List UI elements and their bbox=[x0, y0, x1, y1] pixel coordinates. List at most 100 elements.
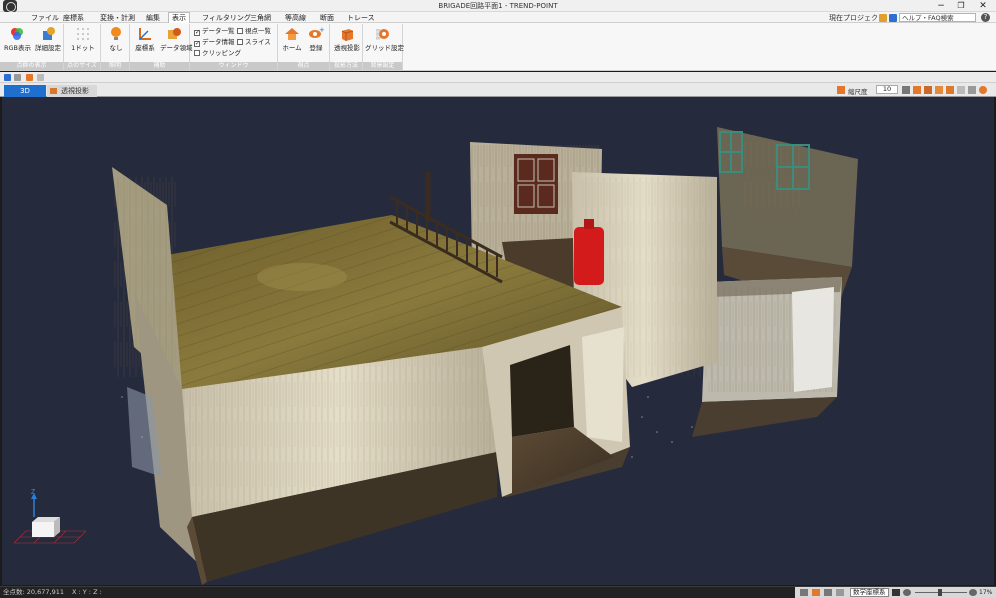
view-iso-icon[interactable] bbox=[957, 86, 965, 94]
view-front-icon[interactable] bbox=[913, 86, 921, 94]
ribbon-group-display: RGB表示 詳細設定 点群の表示 bbox=[0, 24, 64, 70]
menu-tab-tin[interactable]: 三角網 bbox=[247, 13, 274, 23]
menu-tab-transform[interactable]: 変換・計測 bbox=[97, 13, 138, 23]
help-icon[interactable]: ? bbox=[981, 13, 990, 22]
menu-tab-file[interactable]: ファイル bbox=[28, 13, 62, 23]
group-label-background: 背景設定 bbox=[363, 62, 402, 70]
view-grid-icon[interactable] bbox=[968, 86, 976, 94]
grid-settings-button[interactable]: グリッド設定 bbox=[365, 26, 404, 56]
ribbon-group-projection: 透視投影 投影方法 bbox=[330, 24, 363, 70]
home-icon bbox=[284, 26, 300, 42]
help-search-input[interactable]: ヘルプ・FAQ検索 bbox=[899, 13, 976, 22]
zoom-out-icon[interactable] bbox=[903, 589, 911, 596]
zoom-in-icon[interactable] bbox=[969, 589, 977, 596]
status-bar: 全点数: 20,677,911 X : Y : Z : 数学座標系 17% bbox=[0, 586, 996, 598]
lighting-none-button[interactable]: なし bbox=[105, 26, 127, 56]
one-dot-button[interactable]: 1ドット bbox=[68, 26, 98, 56]
document-tab-row: 3D 透視投影 縮尺度 10 bbox=[0, 83, 996, 97]
fire-extinguisher bbox=[574, 227, 604, 285]
checkbox-data-list[interactable]: ✓ データ一覧 bbox=[194, 27, 235, 36]
coordinate-mode-select[interactable]: 数学座標系 bbox=[850, 588, 889, 597]
ribbon: RGB表示 詳細設定 点群の表示 1ドット 点のサイズ なし 照明 座標系 デー… bbox=[0, 23, 996, 71]
title-bar: BRIGADE回路平面1 - TREND-POINT − ❐ ✕ bbox=[0, 0, 996, 12]
register-view-button[interactable]: + 登録 bbox=[304, 26, 328, 56]
tab-perspective[interactable]: 透視投影 bbox=[47, 85, 97, 97]
menu-tab-view[interactable]: 表示 bbox=[168, 12, 190, 23]
snap-icon[interactable] bbox=[800, 589, 808, 596]
point-count: 全点数: 20,677,911 bbox=[3, 588, 64, 596]
point-cloud-render: Z bbox=[13, 127, 858, 585]
ribbon-group-viewpoint: ホーム + 登録 視点 bbox=[278, 24, 330, 70]
view-back-icon[interactable] bbox=[946, 86, 954, 94]
coordinate-system-button[interactable]: 座標系 bbox=[132, 26, 158, 56]
checkbox-clipping[interactable]: クリッピング bbox=[194, 49, 241, 58]
tab-3d[interactable]: 3D bbox=[4, 85, 46, 97]
window-title: BRIGADE回路平面1 - TREND-POINT bbox=[438, 2, 558, 10]
menu-tab-trace[interactable]: トレース bbox=[344, 13, 378, 23]
perspective-button[interactable]: 透視投影 bbox=[332, 26, 362, 56]
scale-input[interactable]: 10 bbox=[876, 85, 898, 94]
zoom-percent: 17% bbox=[979, 589, 993, 596]
settings-icon bbox=[40, 26, 56, 42]
menu-tab-contour[interactable]: 等高線 bbox=[282, 13, 309, 23]
ribbon-group-aux: 座標系 データ領域 補助 bbox=[130, 24, 193, 70]
scale-label: 縮尺度 bbox=[848, 88, 868, 96]
front-wall bbox=[182, 347, 497, 585]
measure-icon[interactable] bbox=[812, 589, 820, 596]
menu-bar: ファイル 座標系 変換・計測 編集 表示 フィルタリング 三角網 等高線 断面 … bbox=[0, 12, 996, 23]
project-label: 現在プロジェクト bbox=[829, 14, 885, 22]
checkbox-viewpoint-list[interactable]: 視点一覧 bbox=[237, 27, 271, 36]
group-label-viewpoint: 視点 bbox=[278, 62, 329, 70]
menu-tab-coord[interactable]: 座標系 bbox=[60, 13, 87, 23]
3d-viewport[interactable]: Z bbox=[2, 97, 994, 585]
axis-icon bbox=[137, 26, 153, 42]
eye-icon: + bbox=[308, 26, 325, 42]
home-view-icon[interactable] bbox=[902, 86, 910, 94]
dropdown-icon[interactable] bbox=[37, 74, 44, 81]
home-button[interactable]: ホーム bbox=[280, 26, 304, 56]
quick-access-toolbar bbox=[0, 72, 996, 83]
view-side-icon[interactable] bbox=[924, 86, 932, 94]
group-label-display: 点群の表示 bbox=[0, 62, 63, 70]
view-settings-icon[interactable] bbox=[979, 86, 987, 94]
minimize-button[interactable]: − bbox=[930, 0, 952, 12]
checkbox-data-info[interactable]: ✓ データ情報 bbox=[194, 38, 235, 47]
menu-tab-section[interactable]: 断面 bbox=[317, 13, 337, 23]
display-icon[interactable] bbox=[892, 589, 900, 596]
group-label-projection: 投影方法 bbox=[330, 62, 362, 70]
close-button[interactable]: ✕ bbox=[972, 0, 994, 12]
lock-icon[interactable] bbox=[836, 589, 844, 596]
group-label-lighting: 照明 bbox=[101, 62, 129, 70]
ribbon-group-background: グリッド設定 背景設定 bbox=[363, 24, 404, 70]
view-top-icon[interactable] bbox=[935, 86, 943, 94]
axis-z-label: Z bbox=[31, 489, 36, 496]
status-controls: 数学座標系 17% bbox=[795, 587, 996, 598]
notice-icon[interactable] bbox=[879, 14, 887, 22]
checkbox-slice[interactable]: スライス bbox=[237, 38, 271, 47]
ribbon-group-lighting: なし 照明 bbox=[101, 24, 130, 70]
user-icon[interactable] bbox=[889, 14, 897, 22]
open-icon[interactable] bbox=[4, 74, 11, 81]
data-region-button[interactable]: データ領域 bbox=[160, 26, 193, 56]
menu-tab-filtering[interactable]: フィルタリング bbox=[199, 13, 254, 23]
region-icon bbox=[166, 26, 182, 42]
cursor-coordinates: X : Y : Z : bbox=[72, 588, 102, 596]
axis-gizmo: Z bbox=[13, 489, 87, 544]
zoom-slider-thumb[interactable] bbox=[938, 589, 942, 596]
view-icon[interactable] bbox=[837, 86, 845, 94]
detail-settings-button[interactable]: 詳細設定 bbox=[34, 26, 62, 56]
menu-tab-edit[interactable]: 編集 bbox=[143, 13, 163, 23]
layer-icon[interactable] bbox=[824, 589, 832, 596]
restore-button[interactable]: ❐ bbox=[950, 0, 972, 12]
grid-gear-icon bbox=[375, 26, 391, 42]
group-label-window: ウィンドウ bbox=[190, 62, 277, 70]
rgb-icon bbox=[9, 26, 25, 42]
ribbon-group-pointsize: 1ドット 点のサイズ bbox=[64, 24, 101, 70]
svg-text:+: + bbox=[319, 26, 324, 34]
ribbon-group-window: ✓ データ一覧 ✓ データ情報 クリッピング 視点一覧 スライス ウィンドウ bbox=[190, 24, 278, 70]
rgb-display-button[interactable]: RGB表示 bbox=[4, 26, 31, 56]
undo-icon[interactable] bbox=[14, 74, 21, 81]
dots-icon bbox=[75, 26, 91, 42]
group-label-aux: 補助 bbox=[130, 62, 189, 70]
save-icon[interactable] bbox=[26, 74, 33, 81]
